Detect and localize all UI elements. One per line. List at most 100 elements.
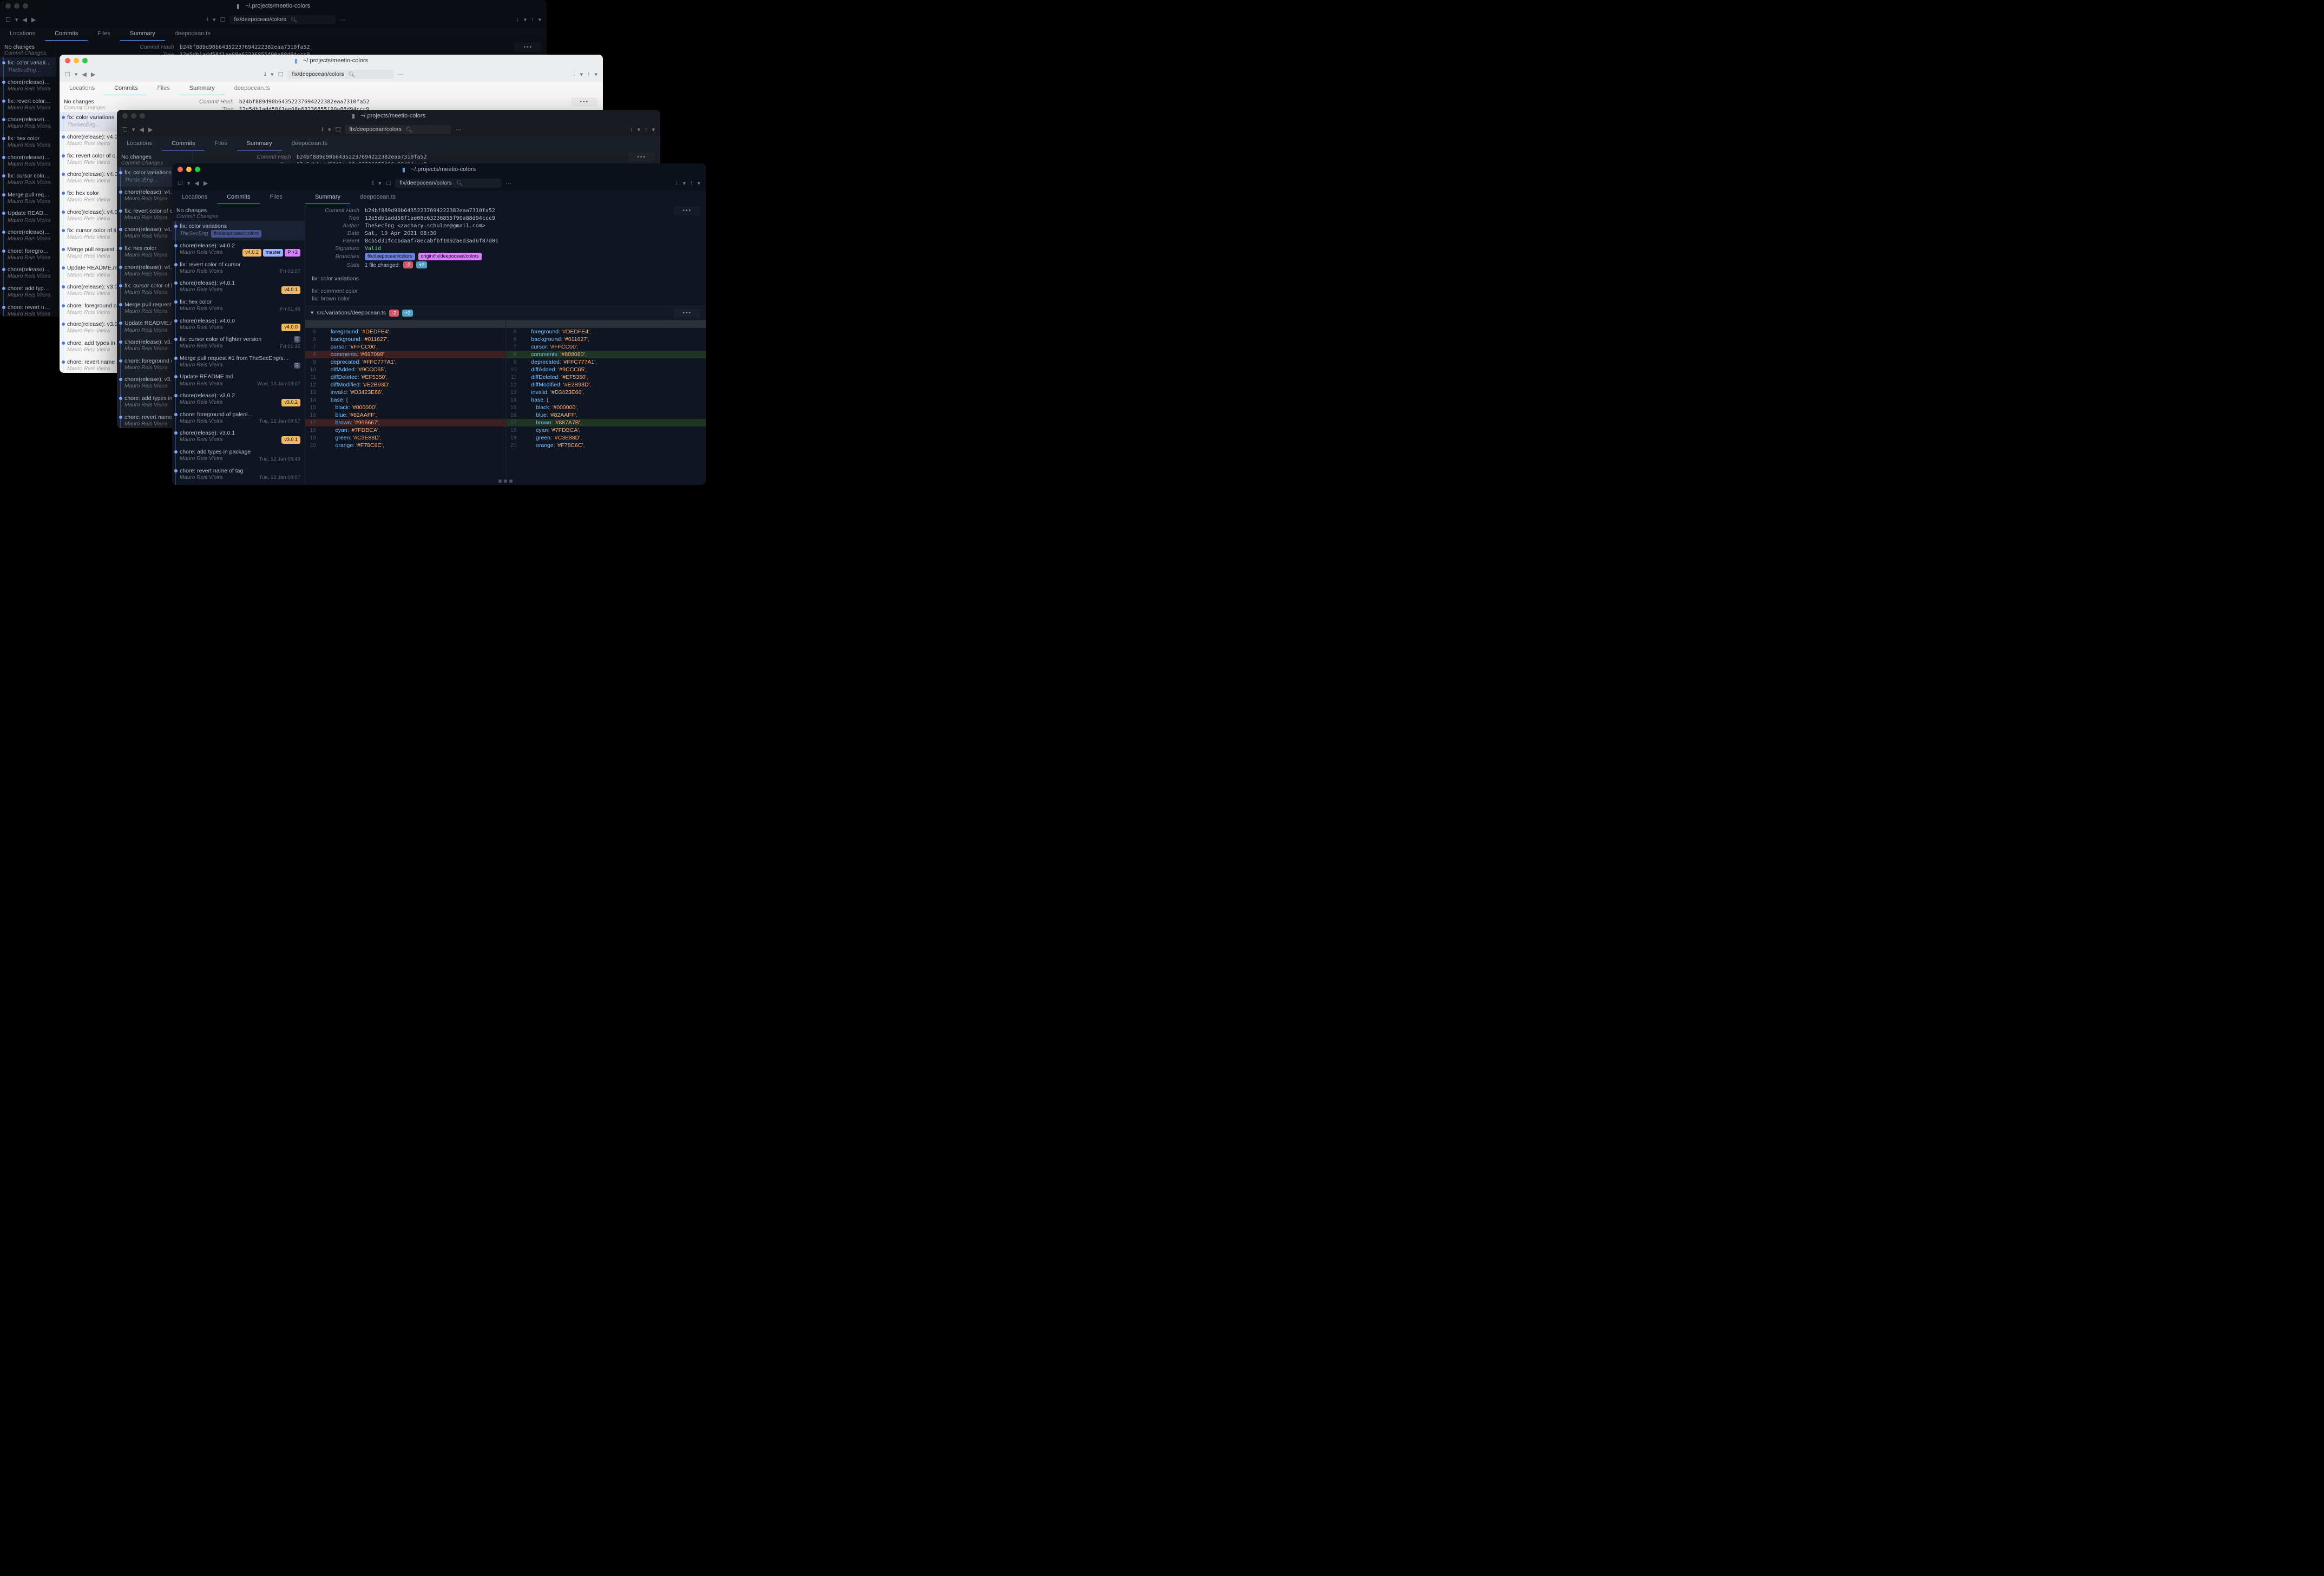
tab-commits[interactable]: Commits: [217, 191, 260, 204]
more-icon[interactable]: ⋯: [340, 16, 346, 23]
tab-file[interactable]: deepocean.ts: [350, 191, 405, 204]
more-button[interactable]: •••: [674, 206, 700, 215]
commit-entry[interactable]: fix: cursor color of lighterMauro Reis V…: [0, 170, 56, 189]
location-bar[interactable]: fix/deepocean/colors🔍︎: [229, 15, 336, 24]
commit-entry[interactable]: chore: revert name of tagMauro Reis Viei…: [0, 302, 56, 317]
pull-icon[interactable]: ↓: [630, 126, 633, 133]
dropdown-icon[interactable]: ▾: [523, 16, 527, 23]
tab-file[interactable]: deepocean.ts: [165, 27, 220, 41]
commit-entry[interactable]: fix: color variationsTheSecEngfix/deepoc: [0, 57, 56, 77]
dropdown-icon[interactable]: ▾: [652, 126, 655, 133]
tab-locations[interactable]: Locations: [172, 191, 217, 204]
dropdown-icon[interactable]: ▾: [538, 16, 541, 23]
tab-summary[interactable]: Summary: [237, 137, 282, 150]
sidebar-toggle-icon[interactable]: ☐: [178, 180, 183, 187]
nav-back-icon[interactable]: ◀: [22, 16, 27, 23]
commit-entry[interactable]: chore: foreground of pale…Mauro Reis Vie…: [0, 246, 56, 265]
commit-entry[interactable]: fix: hex colorMauro Reis VieiraFri 01:46: [172, 297, 305, 316]
location-bar[interactable]: fix/deepocean/colors🔍︎: [395, 179, 501, 188]
close-icon[interactable]: [178, 167, 183, 172]
traffic-lights[interactable]: [5, 3, 28, 9]
dropdown-icon[interactable]: ▾: [378, 180, 382, 187]
commit-entry[interactable]: Merge pull request #1 from TheSecEng/sch…: [172, 353, 305, 372]
location-bar[interactable]: fix/deepocean/colors🔍︎: [345, 125, 451, 134]
nav-back-icon[interactable]: ◀: [194, 180, 199, 187]
branch-icon[interactable]: ☐: [278, 71, 284, 78]
commit-entry[interactable]: Update README.mdMauro Reis Vieira: [0, 208, 56, 227]
commit-entry[interactable]: chore(release): v4.0.1Mauro Reis Vieira: [0, 114, 56, 133]
tab-summary[interactable]: Summary: [305, 191, 350, 204]
commit-entry[interactable]: fix: revert color of cursorMauro Reis Vi…: [172, 259, 305, 278]
nav-back-icon[interactable]: ◀: [82, 71, 86, 78]
close-icon[interactable]: [5, 3, 11, 9]
more-button[interactable]: •••: [674, 308, 700, 318]
search-icon[interactable]: 🔍︎: [456, 180, 463, 187]
more-icon[interactable]: ⋯: [505, 180, 511, 187]
commit-entry[interactable]: Update README.mdMauro Reis VieiraWed, 13…: [172, 371, 305, 390]
view-switcher-dots[interactable]: [305, 477, 706, 485]
more-icon[interactable]: ⋯: [398, 71, 404, 78]
tab-summary[interactable]: Summary: [180, 82, 225, 95]
tab-locations[interactable]: Locations: [0, 27, 45, 41]
more-button[interactable]: •••: [628, 153, 655, 162]
tab-commits[interactable]: Commits: [45, 27, 88, 41]
maximize-icon[interactable]: [140, 113, 145, 119]
dropdown-icon[interactable]: ▾: [580, 71, 583, 78]
dropdown-icon[interactable]: ▾: [271, 71, 274, 78]
minimize-icon[interactable]: [74, 58, 79, 63]
push-up-icon[interactable]: ↑: [690, 180, 693, 186]
tab-files[interactable]: Files: [88, 27, 120, 41]
minimize-icon[interactable]: [131, 113, 136, 119]
push-icon[interactable]: ⭳: [321, 124, 324, 135]
search-icon[interactable]: 🔍︎: [406, 126, 413, 133]
sidebar-toggle-icon[interactable]: ☐: [122, 126, 128, 133]
commit-entry[interactable]: chore(release): v4.0.0Mauro Reis Vieira: [0, 152, 56, 171]
dropdown-icon[interactable]: ▾: [15, 16, 18, 23]
dropdown-icon[interactable]: ▾: [637, 126, 640, 133]
push-icon[interactable]: ⭳: [264, 69, 266, 80]
maximize-icon[interactable]: [195, 167, 200, 172]
branch-icon[interactable]: ☐: [220, 16, 226, 23]
more-button[interactable]: •••: [571, 97, 598, 107]
pull-icon[interactable]: ↓: [516, 16, 520, 23]
tab-summary[interactable]: Summary: [120, 27, 165, 41]
tab-files[interactable]: Files: [147, 82, 179, 95]
pull-icon[interactable]: ↓: [675, 180, 679, 186]
minimize-icon[interactable]: [14, 3, 19, 9]
tab-commits[interactable]: Commits: [162, 137, 205, 150]
push-icon[interactable]: ⭳: [372, 178, 374, 188]
tab-files[interactable]: Files: [205, 137, 237, 150]
more-icon[interactable]: ⋯: [455, 126, 461, 133]
commit-entry[interactable]: chore(release): v3.0.2Mauro Reis Vieira: [0, 227, 56, 246]
commit-entry[interactable]: chore: add types in packa…Mauro Reis Vie…: [0, 283, 56, 302]
commit-entry[interactable]: chore(release): v4.0.1Mauro Reis Vieirav…: [172, 278, 305, 297]
branch-icon[interactable]: ☐: [386, 180, 391, 187]
titlebar[interactable]: ▮~/.projects/meetio-colors: [172, 163, 706, 175]
chevron-down-icon[interactable]: ▾: [311, 310, 313, 316]
commit-entry[interactable]: fix: hex colorMauro Reis Vieira: [0, 133, 56, 152]
diff-file-header[interactable]: ▾ src/variations/deepocean.ts -2 +2 •••: [305, 306, 706, 320]
nav-forward-icon[interactable]: ▶: [31, 16, 36, 23]
tab-file[interactable]: deepocean.ts: [282, 137, 337, 150]
commit-entry[interactable]: chore(release): v3.0.1Mauro Reis Vieirav…: [172, 428, 305, 446]
push-up-icon[interactable]: ↑: [531, 16, 534, 23]
commits-sidebar[interactable]: No changes Commit Changes fix: color var…: [172, 204, 305, 485]
commit-entry[interactable]: chore: revert name of tagMauro Reis Viei…: [172, 465, 305, 484]
push-up-icon[interactable]: ↑: [645, 126, 648, 133]
commit-entry[interactable]: fix: revert color of cursorMauro Reis Vi…: [0, 96, 56, 115]
tab-file[interactable]: deepocean.ts: [225, 82, 280, 95]
maximize-icon[interactable]: [82, 58, 88, 63]
commit-entry[interactable]: fix: cursor color of lighter versionMaur…: [172, 334, 305, 353]
titlebar[interactable]: ▮~/.projects/meetio-colors: [117, 110, 660, 122]
close-icon[interactable]: [65, 58, 70, 63]
commit-entry[interactable]: chore(release): v3.0.2Mauro Reis Vieirav…: [172, 390, 305, 409]
commit-entry[interactable]: chore: foreground of palenightMauro Reis…: [172, 409, 305, 428]
commits-sidebar[interactable]: No changes Commit Changes fix: color var…: [0, 41, 56, 317]
commit-entry[interactable]: fix: color variationsTheSecEngfix/deepoc…: [172, 221, 305, 240]
commit-entry[interactable]: chore(release): v4.0.2Mauro Reis Vieirav…: [172, 240, 305, 259]
commit-entry[interactable]: chore(release): v4.0.2Mauro Reis Vieira: [0, 77, 56, 96]
traffic-lights[interactable]: [65, 58, 88, 63]
dropdown-icon[interactable]: ▾: [213, 16, 216, 23]
search-icon[interactable]: 🔍︎: [291, 16, 298, 23]
commit-entry[interactable]: chore(release): v3.0.1Mauro Reis Vieira: [0, 264, 56, 283]
